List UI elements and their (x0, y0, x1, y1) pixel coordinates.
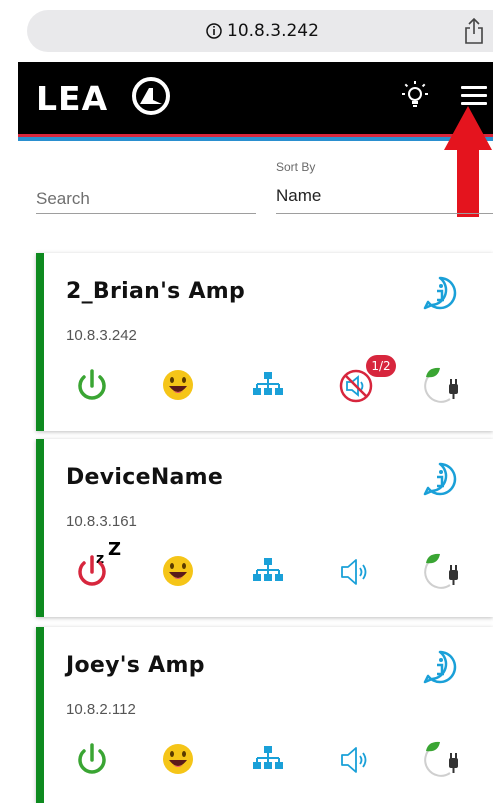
app-header: LEA (18, 62, 493, 134)
device-card[interactable]: 2_Brian's Amp 10.8.3.242 1/2 (36, 253, 493, 431)
device-status-row (44, 739, 493, 783)
speaker-icon[interactable] (336, 739, 376, 779)
speaker-count-badge: 1/2 (366, 355, 396, 377)
device-card[interactable]: DeviceName 10.8.3.161 zZ (36, 439, 493, 617)
device-ip: 10.8.3.161 (66, 513, 137, 530)
device-name: Joey's Amp (66, 653, 205, 678)
smiley-icon[interactable] (158, 365, 198, 405)
eco-plug-icon[interactable] (422, 551, 462, 591)
eco-plug-icon[interactable] (422, 365, 462, 405)
network-icon[interactable] (248, 365, 288, 405)
header-stripe-blue (18, 137, 493, 141)
info-icon[interactable] (422, 461, 458, 497)
lea-logo-icon (132, 77, 170, 115)
browser-url-bar[interactable]: 10.8.3.242 (27, 10, 493, 52)
power-icon[interactable] (72, 739, 112, 779)
sort-by-label: Sort By (276, 160, 316, 174)
power-icon[interactable] (72, 365, 112, 405)
app-page: 10.8.3.242 LEA Search Sort By Name 2_Bri… (0, 0, 493, 803)
search-input[interactable] (36, 178, 256, 214)
smiley-icon[interactable] (158, 551, 198, 591)
device-card[interactable]: Joey's Amp 10.8.2.112 (36, 627, 493, 803)
share-icon[interactable] (463, 17, 485, 45)
device-status-row (44, 365, 493, 409)
device-ip: 10.8.3.242 (66, 327, 137, 344)
smiley-icon[interactable] (158, 739, 198, 779)
info-icon[interactable] (422, 649, 458, 685)
sort-by-select[interactable]: Name (276, 178, 493, 214)
eco-plug-icon[interactable] (422, 739, 462, 779)
bulb-icon[interactable] (400, 80, 430, 112)
info-icon[interactable] (422, 275, 458, 311)
network-icon[interactable] (248, 739, 288, 779)
logo-text: LEA (36, 79, 109, 118)
device-ip: 10.8.2.112 (66, 701, 136, 718)
power-standby-icon[interactable] (72, 551, 112, 591)
network-icon[interactable] (248, 551, 288, 591)
speaker-icon[interactable] (336, 551, 376, 591)
device-name: 2_Brian's Amp (66, 279, 246, 304)
url-text: 10.8.3.242 (227, 21, 319, 41)
device-name: DeviceName (66, 465, 224, 490)
device-status-row (44, 551, 493, 595)
